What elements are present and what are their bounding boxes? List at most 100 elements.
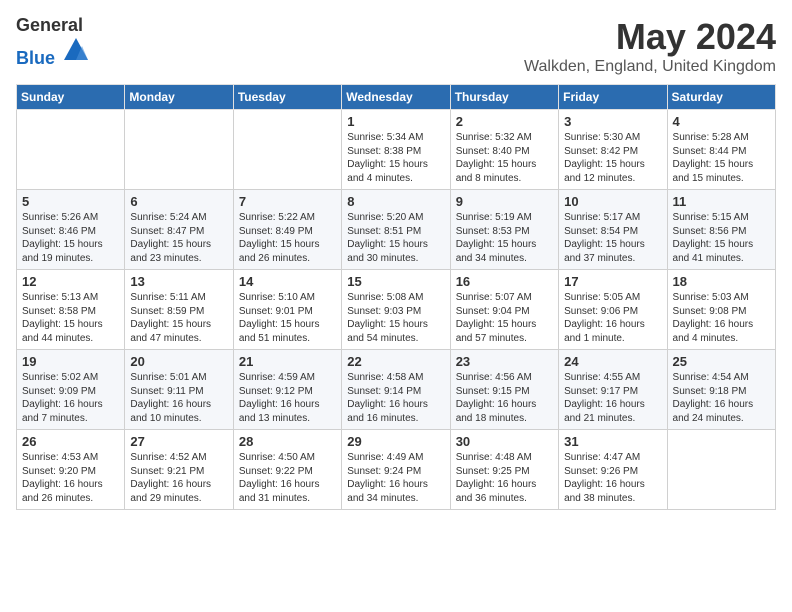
day-number: 7 (239, 194, 336, 209)
calendar-cell: 18 Sunrise: 5:03 AMSunset: 9:08 PMDayligh… (667, 270, 775, 350)
header-day-wednesday: Wednesday (342, 85, 450, 110)
day-content: Sunrise: 5:10 AMSunset: 9:01 PMDaylight:… (239, 291, 336, 345)
calendar-cell: 29 Sunrise: 4:49 AMSunset: 9:24 PMDayligh… (342, 430, 450, 510)
calendar-cell: 2 Sunrise: 5:32 AMSunset: 8:40 PMDaylight… (450, 110, 558, 190)
day-content: Sunrise: 5:24 AMSunset: 8:47 PMDaylight:… (130, 211, 227, 265)
day-number: 2 (456, 114, 553, 129)
logo-icon (62, 36, 90, 64)
calendar-cell: 23 Sunrise: 4:56 AMSunset: 9:15 PMDayligh… (450, 350, 558, 430)
week-row-3: 12 Sunrise: 5:13 AMSunset: 8:58 PMDayligh… (17, 270, 776, 350)
day-content: Sunrise: 5:02 AMSunset: 9:09 PMDaylight:… (22, 371, 119, 425)
calendar-cell: 4 Sunrise: 5:28 AMSunset: 8:44 PMDaylight… (667, 110, 775, 190)
day-number: 22 (347, 354, 444, 369)
day-number: 5 (22, 194, 119, 209)
calendar-cell: 26 Sunrise: 4:53 AMSunset: 9:20 PMDayligh… (17, 430, 125, 510)
location: Walkden, England, United Kingdom (524, 58, 776, 76)
day-content: Sunrise: 5:05 AMSunset: 9:06 PMDaylight:… (564, 291, 661, 345)
day-number: 31 (564, 434, 661, 449)
day-content: Sunrise: 4:48 AMSunset: 9:25 PMDaylight:… (456, 451, 553, 505)
calendar-cell: 1Sunrise: 5:34 AMSunset: 8:38 PMDaylight… (342, 110, 450, 190)
day-number: 11 (673, 194, 770, 209)
calendar-cell: 13Sunrise: 5:11 AMSunset: 8:59 PMDayligh… (125, 270, 233, 350)
day-content: Sunrise: 4:47 AMSunset: 9:26 PMDaylight:… (564, 451, 661, 505)
day-number: 26 (22, 434, 119, 449)
calendar-cell: 15 Sunrise: 5:08 AMSunset: 9:03 PMDayligh… (342, 270, 450, 350)
calendar-cell (125, 110, 233, 190)
logo-blue-text: Blue (16, 48, 55, 68)
day-number: 18 (673, 274, 770, 289)
calendar-cell (17, 110, 125, 190)
day-content: Sunrise: 4:56 AMSunset: 9:15 PMDaylight:… (456, 371, 553, 425)
day-number: 25 (673, 354, 770, 369)
header-row: SundayMondayTuesdayWednesdayThursdayFrid… (17, 85, 776, 110)
day-number: 6 (130, 194, 227, 209)
calendar-cell: 24 Sunrise: 4:55 AMSunset: 9:17 PMDayligh… (559, 350, 667, 430)
calendar-cell: 12 Sunrise: 5:13 AMSunset: 8:58 PMDayligh… (17, 270, 125, 350)
calendar-cell: 7 Sunrise: 5:22 AMSunset: 8:49 PMDaylight… (233, 190, 341, 270)
day-content: Sunrise: 4:50 AMSunset: 9:22 PMDaylight:… (239, 451, 336, 505)
day-content: Sunrise: 5:20 AMSunset: 8:51 PMDaylight:… (347, 211, 444, 265)
calendar-cell: 31 Sunrise: 4:47 AMSunset: 9:26 PMDayligh… (559, 430, 667, 510)
day-content: Sunrise: 5:01 AMSunset: 9:11 PMDaylight:… (130, 371, 227, 425)
calendar-cell: 14 Sunrise: 5:10 AMSunset: 9:01 PMDayligh… (233, 270, 341, 350)
day-number: 30 (456, 434, 553, 449)
day-number: 27 (130, 434, 227, 449)
calendar-cell: 16 Sunrise: 5:07 AMSunset: 9:04 PMDayligh… (450, 270, 558, 350)
day-content: Sunrise: 4:53 AMSunset: 9:20 PMDaylight:… (22, 451, 119, 505)
calendar-cell: 22 Sunrise: 4:58 AMSunset: 9:14 PMDayligh… (342, 350, 450, 430)
week-row-1: 1Sunrise: 5:34 AMSunset: 8:38 PMDaylight… (17, 110, 776, 190)
calendar-cell: 17Sunrise: 5:05 AMSunset: 9:06 PMDayligh… (559, 270, 667, 350)
day-content: Sunrise: 5:32 AMSunset: 8:40 PMDaylight:… (456, 131, 553, 185)
day-number: 8 (347, 194, 444, 209)
header-day-tuesday: Tuesday (233, 85, 341, 110)
day-content: Sunrise: 4:58 AMSunset: 9:14 PMDaylight:… (347, 371, 444, 425)
header-day-monday: Monday (125, 85, 233, 110)
calendar-cell: 20 Sunrise: 5:01 AMSunset: 9:11 PMDayligh… (125, 350, 233, 430)
calendar-cell (233, 110, 341, 190)
day-number: 20 (130, 354, 227, 369)
day-number: 23 (456, 354, 553, 369)
title-block: May 2024 Walkden, England, United Kingdo… (524, 16, 776, 76)
day-number: 9 (456, 194, 553, 209)
day-content: Sunrise: 5:07 AMSunset: 9:04 PMDaylight:… (456, 291, 553, 345)
day-content: Sunrise: 5:30 AMSunset: 8:42 PMDaylight:… (564, 131, 661, 185)
day-number: 14 (239, 274, 336, 289)
day-number: 24 (564, 354, 661, 369)
header-day-saturday: Saturday (667, 85, 775, 110)
logo: General Blue (16, 16, 90, 69)
calendar-cell: 30 Sunrise: 4:48 AMSunset: 9:25 PMDayligh… (450, 430, 558, 510)
calendar-cell: 3Sunrise: 5:30 AMSunset: 8:42 PMDaylight… (559, 110, 667, 190)
calendar-cell: 25Sunrise: 4:54 AMSunset: 9:18 PMDayligh… (667, 350, 775, 430)
week-row-4: 19 Sunrise: 5:02 AMSunset: 9:09 PMDayligh… (17, 350, 776, 430)
day-content: Sunrise: 5:15 AMSunset: 8:56 PMDaylight:… (673, 211, 770, 265)
day-content: Sunrise: 5:11 AMSunset: 8:59 PMDaylight:… (130, 291, 227, 345)
day-number: 4 (673, 114, 770, 129)
day-content: Sunrise: 4:55 AMSunset: 9:17 PMDaylight:… (564, 371, 661, 425)
calendar-table: SundayMondayTuesdayWednesdayThursdayFrid… (16, 84, 776, 510)
day-number: 10 (564, 194, 661, 209)
day-content: Sunrise: 5:28 AMSunset: 8:44 PMDaylight:… (673, 131, 770, 185)
day-content: Sunrise: 5:08 AMSunset: 9:03 PMDaylight:… (347, 291, 444, 345)
day-content: Sunrise: 4:49 AMSunset: 9:24 PMDaylight:… (347, 451, 444, 505)
calendar-cell: 27 Sunrise: 4:52 AMSunset: 9:21 PMDayligh… (125, 430, 233, 510)
day-number: 12 (22, 274, 119, 289)
calendar-cell (667, 430, 775, 510)
day-number: 29 (347, 434, 444, 449)
header-day-sunday: Sunday (17, 85, 125, 110)
calendar-cell: 9 Sunrise: 5:19 AMSunset: 8:53 PMDaylight… (450, 190, 558, 270)
day-number: 15 (347, 274, 444, 289)
day-number: 19 (22, 354, 119, 369)
header-day-friday: Friday (559, 85, 667, 110)
day-content: Sunrise: 4:52 AMSunset: 9:21 PMDaylight:… (130, 451, 227, 505)
calendar-cell: 11 Sunrise: 5:15 AMSunset: 8:56 PMDayligh… (667, 190, 775, 270)
day-number: 16 (456, 274, 553, 289)
day-content: Sunrise: 5:19 AMSunset: 8:53 PMDaylight:… (456, 211, 553, 265)
day-content: Sunrise: 5:13 AMSunset: 8:58 PMDaylight:… (22, 291, 119, 345)
day-content: Sunrise: 4:59 AMSunset: 9:12 PMDaylight:… (239, 371, 336, 425)
day-content: Sunrise: 5:22 AMSunset: 8:49 PMDaylight:… (239, 211, 336, 265)
day-content: Sunrise: 5:03 AMSunset: 9:08 PMDaylight:… (673, 291, 770, 345)
logo-general-text: General (16, 15, 83, 35)
page-header: General Blue May 2024 Walkden, England, … (16, 16, 776, 76)
day-number: 21 (239, 354, 336, 369)
month-title: May 2024 (524, 16, 776, 58)
